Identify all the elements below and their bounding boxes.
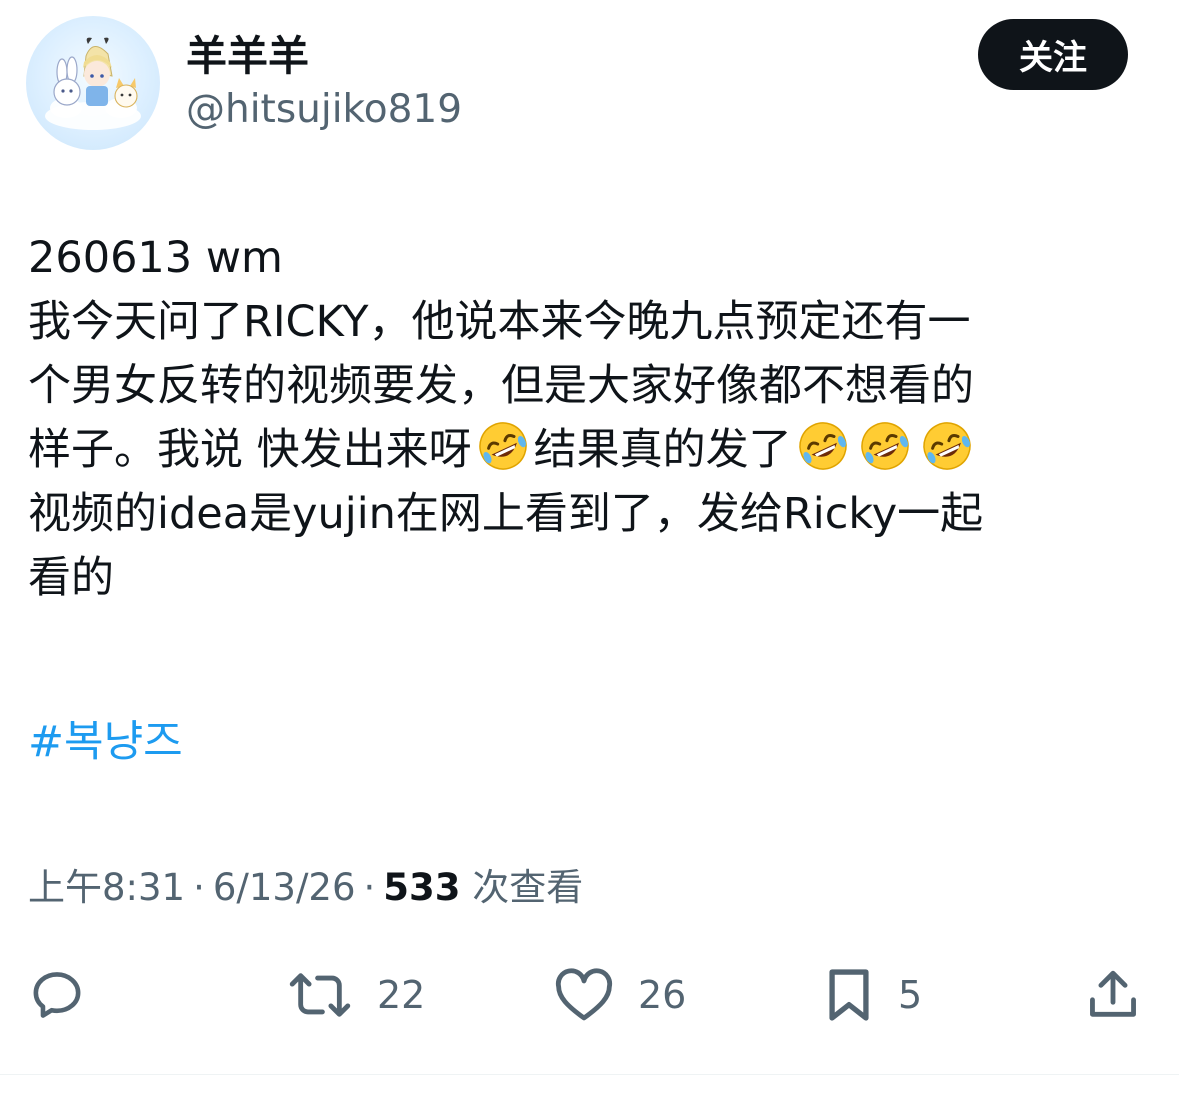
reply-button[interactable] <box>28 955 86 1035</box>
action-bar: 22 26 5 <box>0 955 1179 1035</box>
share-button[interactable] <box>1084 955 1142 1035</box>
tweet-text-segment: 样子。我说 快发出来呀 <box>28 425 472 475</box>
hashtag-link[interactable]: #복냥즈 <box>28 710 183 774</box>
avatar[interactable] <box>26 16 160 150</box>
divider <box>0 1074 1179 1075</box>
follow-button[interactable]: 关注 <box>978 19 1128 90</box>
tweet-detail: 羊羊羊 @hitsujiko819 关注 260613 wm 我今天问了RICK… <box>0 0 1179 1098</box>
display-name[interactable]: 羊羊羊 <box>186 30 309 82</box>
rolling-laughing-emoji-icon <box>859 420 911 472</box>
tweet-meta: 上午8:31 · 6/13/26 · 533 次查看 <box>28 862 583 914</box>
views-count: 533 <box>383 866 461 909</box>
avatar-illustration-icon <box>45 37 141 130</box>
tweet-text: 260613 wm 我今天问了RICKY，他说本来今晚九点预定还有一 个男女反转… <box>28 226 1158 610</box>
meta-separator: · <box>193 866 205 909</box>
user-handle[interactable]: @hitsujiko819 <box>186 86 462 134</box>
like-button[interactable]: 26 <box>552 955 686 1035</box>
tweet-text-line: 看的 <box>28 553 114 603</box>
tweet-text-line: 视频的idea是yujin在网上看到了，发给Ricky一起 <box>28 489 984 539</box>
tweet-text-line: 我今天问了RICKY，他说本来今晚九点预定还有一 <box>28 297 971 347</box>
meta-separator: · <box>363 866 376 909</box>
views-label: 次查看 <box>472 866 584 909</box>
bookmark-icon <box>829 969 869 1021</box>
tweet-text-line: 260613 wm <box>28 233 283 283</box>
reply-icon <box>33 972 81 1018</box>
tweet-text-line: 个男女反转的视频要发，但是大家好像都不想看的 <box>28 361 974 411</box>
tweet-time[interactable]: 上午8:31 <box>28 866 185 909</box>
bookmark-count: 5 <box>898 973 923 1017</box>
retweet-icon <box>289 973 351 1017</box>
bookmark-button[interactable]: 5 <box>822 955 922 1035</box>
share-icon <box>1090 970 1136 1017</box>
rolling-laughing-emoji-icon <box>797 420 849 472</box>
tweet-text-segment: 结果真的发了 <box>533 425 792 475</box>
retweet-button[interactable]: 22 <box>285 955 425 1035</box>
like-count: 26 <box>638 973 687 1017</box>
heart-icon <box>555 968 613 1021</box>
rolling-laughing-emoji-icon <box>921 420 973 472</box>
rolling-laughing-emoji-icon <box>477 420 529 472</box>
tweet-text-line-with-emoji: 样子。我说 快发出来呀 结果真的发了 <box>28 418 1158 482</box>
tweet-date[interactable]: 6/13/26 <box>213 866 356 909</box>
retweet-count: 22 <box>377 973 426 1017</box>
